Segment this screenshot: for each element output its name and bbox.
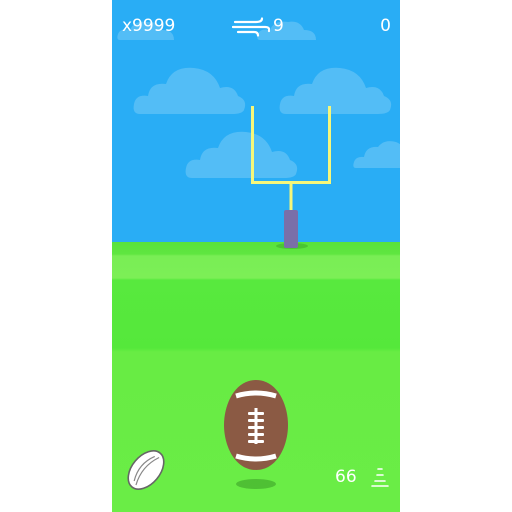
score: 0 xyxy=(380,16,391,36)
cloud xyxy=(133,67,246,114)
ball-shadow xyxy=(236,479,276,489)
football[interactable] xyxy=(223,378,289,472)
cloud xyxy=(353,141,400,168)
goal-post xyxy=(251,106,331,249)
cone-icon xyxy=(371,468,389,487)
rugby-ball-icon[interactable] xyxy=(122,446,170,494)
wind-strength: 9 xyxy=(273,16,284,36)
game-screen[interactable]: x9999 9 0 66 xyxy=(112,0,400,512)
kick-distance: 66 xyxy=(335,467,357,487)
balls-remaining-count: x9999 xyxy=(122,16,176,36)
wind-icon xyxy=(232,17,270,37)
